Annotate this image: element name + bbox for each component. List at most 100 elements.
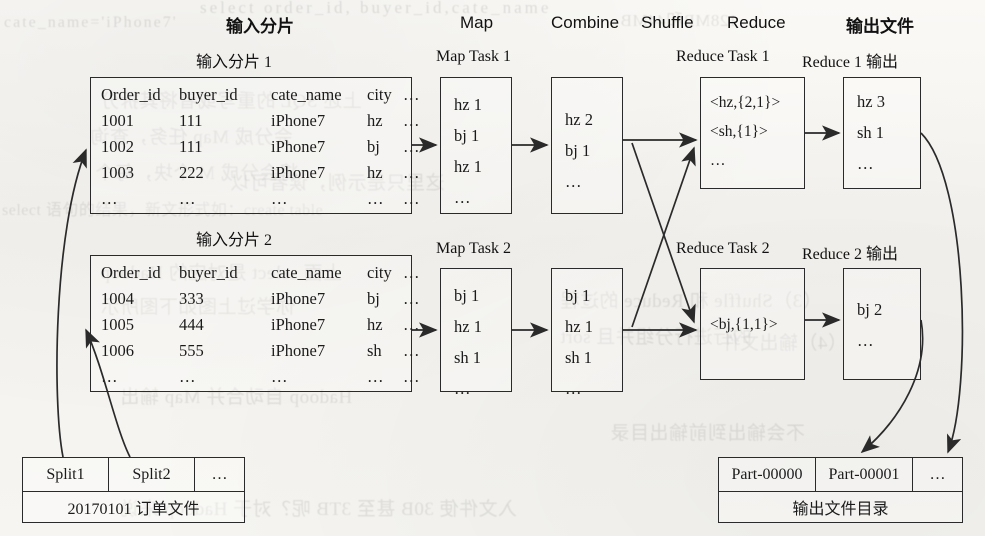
part-cell-2[interactable]: Part-00001 <box>816 458 913 491</box>
reduce-output-2-items: bj 2 … <box>857 294 882 356</box>
source-file-cells: Split1 Split2 … <box>23 458 244 492</box>
heading-shuffle: Shuffle <box>641 13 694 32</box>
kv-item: bj 1 <box>565 141 591 160</box>
table-row: 1001 111 iPhone7 hz … <box>101 108 427 134</box>
kv-item: sh 1 <box>565 348 593 367</box>
kv-item: … <box>565 379 582 398</box>
heading-combine: Combine <box>551 13 620 32</box>
label-reduce-output-2: Reduce 2 输出 <box>802 246 898 263</box>
cell-more: … <box>403 289 420 308</box>
reduce-task-2-items: <bj,{1,1}> <box>710 310 778 339</box>
cell-order-id: … <box>101 367 118 386</box>
column-header: cate_name <box>271 85 342 104</box>
cell-buyer-id: … <box>179 189 196 208</box>
reduce-output-1-items: hz 3 sh 1 … <box>857 86 885 179</box>
kv-item: <bj,{1,1}> <box>710 316 778 333</box>
kv-item: bj 1 <box>565 286 591 305</box>
part-cell-more: … <box>929 465 946 483</box>
cell-city: sh <box>367 341 382 360</box>
label-map-task-2: Map Task 2 <box>436 240 512 257</box>
kv-item: hz 1 <box>565 317 593 336</box>
cell-order-id: 1006 <box>101 341 134 360</box>
column-header: city <box>367 85 392 104</box>
cell-cate-name: … <box>271 367 288 386</box>
figure-canvas: select order_id, buyer_id,cate_name cate… <box>0 0 985 536</box>
cell-city: hz <box>367 315 383 334</box>
ghost-line: 不会输出到前输出目录 <box>610 423 806 444</box>
label-reduce-task-1: Reduce Task 1 <box>676 48 770 65</box>
table-row: 1004 333 iPhone7 bj … <box>101 286 427 312</box>
cell-city: hz <box>367 111 383 130</box>
kv-item: bj 1 <box>454 126 480 145</box>
kv-item: hz 1 <box>454 317 482 336</box>
kv-item: <hz,{2,1}> <box>710 94 781 111</box>
kv-item: hz 1 <box>454 157 482 176</box>
map-task-1-items: hz 1 bj 1 hz 1 … <box>454 89 482 213</box>
heading-input-split: 输入分片 <box>226 17 294 36</box>
label-input-split-2: 输入分片 2 <box>196 232 273 249</box>
column-header: Order_id <box>101 85 161 104</box>
table-row: 1002 111 iPhone7 bj … <box>101 134 427 160</box>
kv-item: … <box>565 172 582 191</box>
table-row: 1006 555 iPhone7 sh … <box>101 338 427 364</box>
cell-more: … <box>403 111 420 130</box>
cell-buyer-id: 555 <box>179 341 204 360</box>
cell-order-id: … <box>101 189 118 208</box>
cell-cate-name: iPhone7 <box>271 315 326 334</box>
arrow-shuffle-c1-r2 <box>631 142 696 324</box>
cell-more: … <box>403 315 420 334</box>
cell-order-id: 1002 <box>101 137 134 156</box>
table-header-row: Order_id buyer_id cate_name city … <box>101 260 427 286</box>
table-row: … … … … … <box>101 186 427 212</box>
split-cell-2[interactable]: Split2 <box>109 458 195 491</box>
heading-reduce: Reduce <box>727 13 786 32</box>
kv-item: bj 1 <box>454 286 480 305</box>
kv-item: … <box>857 331 874 350</box>
input-split-2-table: Order_id buyer_id cate_name city … 1004 … <box>101 260 427 390</box>
kv-item: bj 2 <box>857 300 883 319</box>
reduce-task-1-items: <hz,{2,1}> <sh,{1}> … <box>710 88 780 175</box>
output-dir-caption: 输出文件目录 <box>792 501 889 518</box>
label-reduce-output-1: Reduce 1 输出 <box>802 54 898 71</box>
cell-cate-name: iPhone7 <box>271 111 326 130</box>
column-header: buyer_id <box>179 263 238 282</box>
part-cell-1[interactable]: Part-00000 <box>719 458 816 491</box>
map-task-2-items: bj 1 hz 1 sh 1 … <box>454 280 482 404</box>
cell-more: … <box>403 163 420 182</box>
kv-item: <sh,{1}> <box>710 123 768 140</box>
kv-item: … <box>857 154 874 173</box>
split-cell-1[interactable]: Split1 <box>23 458 109 491</box>
cell-more: … <box>403 341 420 360</box>
cell-buyer-id: 111 <box>179 137 203 156</box>
cell-buyer-id: 333 <box>179 289 204 308</box>
cell-city: … <box>367 189 384 208</box>
heading-map: Map <box>460 13 494 32</box>
label-map-task-1: Map Task 1 <box>436 48 512 65</box>
cell-city: hz <box>367 163 383 182</box>
cell-order-id: 1001 <box>101 111 134 130</box>
label-input-split-1: 输入分片 1 <box>196 54 273 71</box>
output-dir-cells: Part-00000 Part-00001 … <box>719 458 962 492</box>
table-row: … … … … … <box>101 364 427 390</box>
ghost-line: cate_name='iPhone7' <box>4 14 178 31</box>
kv-item: hz 3 <box>857 92 885 111</box>
combine-output-1-items: hz 2 bj 1 … <box>565 104 593 197</box>
cell-buyer-id: 111 <box>179 111 203 130</box>
cell-buyer-id: … <box>179 367 196 386</box>
output-dir-strip: Part-00000 Part-00001 … 输出文件目录 <box>718 457 963 523</box>
kv-item: … <box>710 152 726 169</box>
cell-cate-name: iPhone7 <box>271 137 326 156</box>
cell-order-id: 1004 <box>101 289 134 308</box>
cell-cate-name: iPhone7 <box>271 163 326 182</box>
column-header: … <box>403 85 420 104</box>
cell-city: bj <box>367 289 380 308</box>
kv-item: hz 2 <box>565 110 593 129</box>
cell-city: … <box>367 367 384 386</box>
cell-more: … <box>403 367 420 386</box>
column-header: cate_name <box>271 263 342 282</box>
cell-buyer-id: 444 <box>179 315 204 334</box>
kv-item: … <box>454 188 471 207</box>
source-file-caption: 20170101 订单文件 <box>67 501 200 518</box>
cell-cate-name: … <box>271 189 288 208</box>
cell-cate-name: iPhone7 <box>271 341 326 360</box>
